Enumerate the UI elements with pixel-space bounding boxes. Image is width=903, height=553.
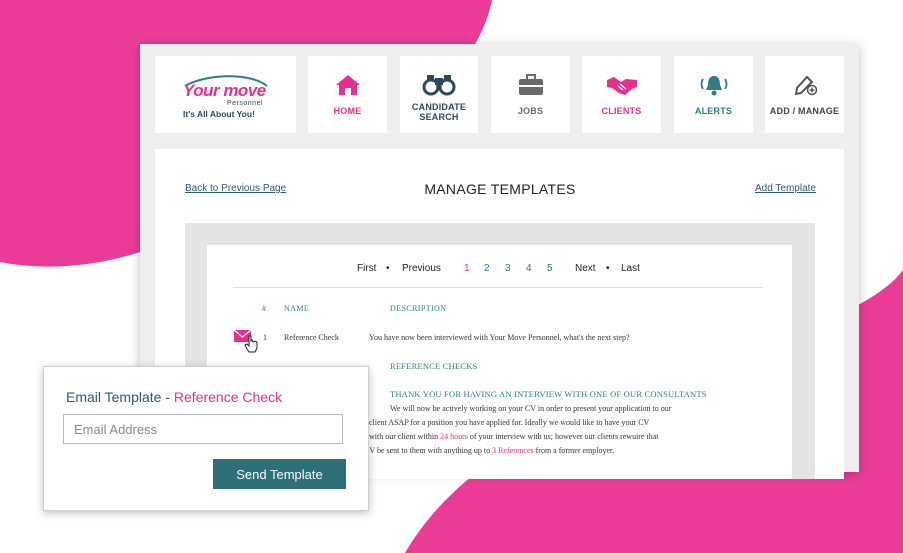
template-text: from a former employer. xyxy=(533,446,615,455)
template-line: with our client within 24 hours of your … xyxy=(369,432,659,441)
pager-dot: • xyxy=(606,263,610,274)
pager-page[interactable]: 4 xyxy=(526,263,532,274)
logo-sub: Personnel xyxy=(227,100,264,107)
add-template-link[interactable]: Add Template xyxy=(755,183,816,194)
popup-title-name: Reference Check xyxy=(173,389,283,405)
nav-alerts-label: ALERTS xyxy=(694,106,733,116)
popup-title: Email Template - Reference Check xyxy=(66,389,282,405)
template-text: CV be sent to them with anything up to xyxy=(364,446,493,455)
col-header-name: NAME xyxy=(284,304,310,313)
template-highlight: 3 References xyxy=(492,446,534,455)
nav-jobs-label: JOBS xyxy=(517,106,544,116)
send-template-button[interactable]: Send Template xyxy=(213,459,346,489)
pager-last[interactable]: Last xyxy=(621,263,640,274)
popup-title-prefix: Email Template - xyxy=(66,389,174,405)
bell-icon xyxy=(700,76,727,96)
pager-page[interactable]: 3 xyxy=(505,263,511,274)
logo-tagline: It's All About You! xyxy=(183,109,255,119)
col-header-num: # xyxy=(262,304,267,313)
template-line: We will now be actively working on your … xyxy=(390,404,672,413)
nav-candidate-line1: CANDIDATE xyxy=(411,102,467,112)
row-description: You have now been interviewed with Your … xyxy=(369,333,630,342)
nav-home[interactable]: HOME xyxy=(308,56,387,133)
nav-alerts[interactable]: ALERTS xyxy=(674,56,753,133)
email-address-input[interactable] xyxy=(63,414,343,444)
template-highlight: 24 hours xyxy=(440,432,468,441)
nav-add-manage-label: ADD / MANAGE xyxy=(769,106,840,116)
home-icon xyxy=(335,75,360,95)
pager-next[interactable]: Next xyxy=(575,263,596,274)
template-line: CV be sent to them with anything up to 3… xyxy=(364,446,614,455)
pager-page[interactable]: 2 xyxy=(484,263,490,274)
template-line: client ASAP for a position you have appl… xyxy=(369,418,650,427)
handshake-icon xyxy=(606,77,637,95)
template-text: with our client within xyxy=(369,432,441,441)
pager-page[interactable]: 5 xyxy=(547,263,553,274)
pager-page[interactable]: 1 xyxy=(464,263,470,274)
row-num: 1 xyxy=(263,333,267,342)
nav-add-manage[interactable]: ADD / MANAGE xyxy=(765,56,844,133)
template-text: of your interview with us; however our c… xyxy=(467,432,659,441)
briefcase-icon xyxy=(518,74,543,95)
nav-clients-label: CLIENTS xyxy=(601,106,642,116)
template-heading: REFERENCE CHECKS xyxy=(390,361,478,371)
nav-jobs[interactable]: JOBS xyxy=(491,56,570,133)
pager-first[interactable]: First xyxy=(357,263,376,274)
nav-candidate-search-label: CANDIDATE SEARCH xyxy=(400,102,478,122)
row-name[interactable]: Reference Check xyxy=(284,333,339,342)
nav-clients[interactable]: CLIENTS xyxy=(582,56,661,133)
logo[interactable]: Your move Personnel It's All About You! xyxy=(155,56,296,133)
col-header-description: DESCRIPTION xyxy=(390,304,447,313)
edit-add-icon xyxy=(794,75,817,96)
divider xyxy=(233,287,763,288)
nav-candidate-line2: SEARCH xyxy=(419,112,459,122)
page-title: MANAGE TEMPLATES xyxy=(424,181,576,197)
pager-dot: • xyxy=(386,263,390,274)
binoculars-icon xyxy=(422,75,456,96)
nav-home-label: HOME xyxy=(333,106,362,116)
email-envelope-icon[interactable] xyxy=(233,328,263,354)
logo-brand: Your move xyxy=(183,81,266,100)
pager-previous[interactable]: Previous xyxy=(402,263,441,274)
email-template-popup: Email Template - Reference Check Send Te… xyxy=(43,366,369,511)
nav-candidate-search[interactable]: CANDIDATE SEARCH xyxy=(400,56,478,133)
template-subheading: THANK YOU FOR HAVING AN INTERVIEW WITH O… xyxy=(390,389,707,399)
